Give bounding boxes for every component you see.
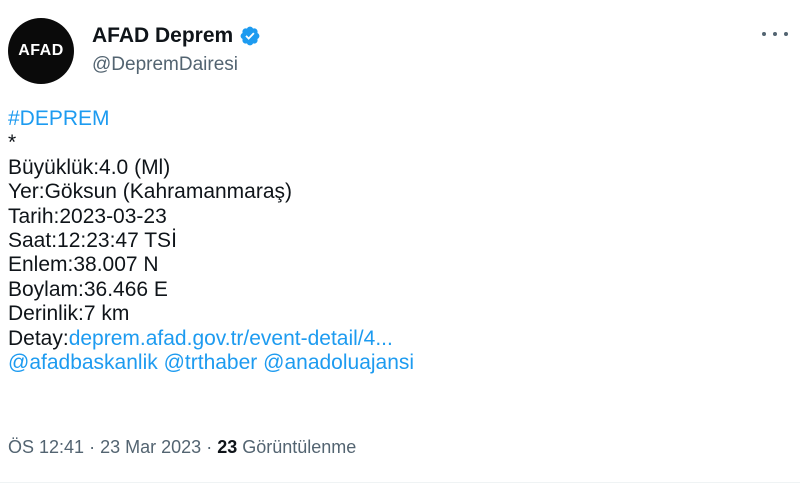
hashtag-link[interactable]: #DEPREM bbox=[8, 107, 110, 130]
dot-icon bbox=[762, 32, 766, 36]
mention-link-afadbaskanlik[interactable]: @afadbaskanlik bbox=[8, 351, 158, 374]
meta-separator: · bbox=[89, 437, 96, 457]
tweet-card: AFAD AFAD Deprem @DepremDairesi #DEPREM … bbox=[0, 0, 800, 488]
display-name[interactable]: AFAD Deprem bbox=[92, 24, 233, 48]
meta-separator: · bbox=[206, 437, 213, 457]
dot-icon bbox=[784, 32, 788, 36]
dot-icon bbox=[773, 32, 777, 36]
avatar-logo-text: AFAD bbox=[18, 42, 64, 59]
asterisk-line: * bbox=[8, 131, 17, 155]
time-line: Saat:12:23:47 TSİ bbox=[8, 228, 177, 252]
detail-line: Detay:deprem.afad.gov.tr/event-detail/4.… bbox=[8, 327, 788, 351]
detail-label: Detay: bbox=[8, 326, 69, 350]
depth-line: Derinlik:7 km bbox=[8, 302, 130, 326]
tweet-header: AFAD Deprem @DepremDairesi bbox=[92, 22, 261, 76]
divider bbox=[0, 482, 800, 483]
detail-link[interactable]: deprem.afad.gov.tr/event-detail/4... bbox=[69, 327, 393, 350]
longitude-line: Boylam:36.466 E bbox=[8, 277, 168, 301]
tweet-text: #DEPREM * Büyüklük:4.0 (Ml) Yer:Göksun (… bbox=[8, 107, 788, 375]
tweet-date[interactable]: 23 Mar 2023 bbox=[100, 437, 201, 457]
avatar[interactable]: AFAD bbox=[8, 18, 74, 84]
views-label: Görüntülenme bbox=[242, 437, 357, 457]
hashtag-line: #DEPREM bbox=[8, 107, 788, 131]
date-line: Tarih:2023-03-23 bbox=[8, 204, 167, 228]
tweet-time[interactable]: ÖS 12:41 bbox=[8, 437, 84, 457]
latitude-line: Enlem:38.007 N bbox=[8, 253, 159, 277]
mention-link-trthaber[interactable]: @trthaber bbox=[164, 351, 258, 374]
more-options-icon[interactable] bbox=[762, 24, 788, 44]
views-count: 23 bbox=[217, 437, 238, 457]
mentions-line: @afadbaskanlik @trthaber @anadoluajansi bbox=[8, 351, 788, 375]
tweet-meta: ÖS 12:41 · 23 Mar 2023 · 23 Görüntülenme bbox=[8, 437, 356, 458]
location-line: Yer:Göksun (Kahramanmaraş) bbox=[8, 180, 293, 204]
display-name-row: AFAD Deprem bbox=[92, 22, 261, 50]
handle[interactable]: @DepremDairesi bbox=[92, 54, 261, 76]
mention-link-anadoluajansi[interactable]: @anadoluajansi bbox=[263, 351, 414, 374]
magnitude-line: Büyüklük:4.0 (Ml) bbox=[8, 155, 171, 179]
verified-badge-icon[interactable] bbox=[239, 25, 261, 47]
